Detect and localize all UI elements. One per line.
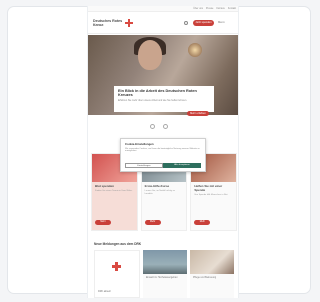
news-section-title: Neue Meldungen aus dem DRK: [94, 242, 142, 246]
carousel-pager: [150, 124, 168, 129]
topnav-link[interactable]: Karriere: [216, 7, 225, 10]
search-icon[interactable]: [184, 21, 188, 25]
news-text: Einsatz im Hochwassergebiet: [146, 276, 178, 279]
teaser-button[interactable]: Mehr: [144, 220, 161, 225]
logo-subtitle: Mein DRK: [93, 24, 104, 27]
news-text: Pflege und Betreuung: [193, 276, 217, 279]
news-image: [190, 250, 234, 274]
teaser-title: Erste-Hilfe-Kurse: [144, 184, 170, 188]
hero-photo-lamp: [188, 43, 202, 57]
cookie-settings-button[interactable]: Einstellungen: [125, 163, 163, 168]
news-text: DRK aktuell: [98, 290, 111, 293]
red-cross-icon: [112, 262, 121, 271]
hero-teaser: Ein Blick in die Arbeit des Deutschen Ro…: [114, 86, 214, 116]
teaser-title: Blut spenden: [95, 184, 115, 188]
hero-text: Erfahren Sie mehr über unsere Arbeit und…: [118, 99, 187, 103]
topnav-link[interactable]: Presse: [206, 7, 213, 10]
webpage-thumbnail: Über uns Presse Karriere Kontakt Deutsch…: [87, 6, 239, 298]
menu-button[interactable]: Menü: [218, 21, 225, 24]
teaser-title: Helfen Sie mit einer Spende: [194, 184, 223, 192]
site-header: Deutsches Rotes Kreuz Mein DRK Jetzt spe…: [88, 12, 238, 34]
cookie-text: Wir verwenden Cookies, um Ihnen die best…: [125, 147, 200, 153]
teaser-text: Ihre Spende hilft Menschen in Not.: [194, 193, 228, 196]
news-card[interactable]: DRK aktuell: [94, 250, 140, 298]
teaser-button[interactable]: Mehr: [194, 220, 211, 225]
hero-banner: Ein Blick in die Arbeit des Deutschen Ro…: [88, 35, 238, 116]
cookie-title: Cookie-Einstellungen: [125, 142, 154, 146]
news-image: [143, 250, 187, 274]
cookie-buttons: Einstellungen Alle akzeptieren: [125, 163, 201, 168]
carousel-next-icon[interactable]: [163, 124, 168, 129]
teaser-button[interactable]: Mehr: [95, 220, 111, 225]
hero-photo-face: [138, 40, 162, 70]
news-list: DRK aktuell Einsatz im Hochwassergebiet …: [94, 250, 234, 298]
donate-button[interactable]: Jetzt spenden: [193, 20, 214, 26]
topnav-link[interactable]: Über uns: [193, 7, 203, 10]
teaser-text: Lernen Sie, im Notfall richtig zu handel…: [144, 190, 175, 195]
top-nav: Über uns Presse Karriere Kontakt: [193, 7, 236, 10]
red-cross-logo-icon[interactable]: [125, 19, 133, 27]
news-card[interactable]: Einsatz im Hochwassergebiet: [143, 250, 187, 298]
hero-button[interactable]: Mehr erfahren: [187, 110, 209, 116]
cookie-dialog: Cookie-Einstellungen Wir verwenden Cooki…: [120, 138, 206, 172]
carousel-prev-icon[interactable]: [150, 124, 155, 129]
news-card[interactable]: Pflege und Betreuung: [190, 250, 234, 298]
hero-title: Ein Blick in die Arbeit des Deutschen Ro…: [118, 89, 197, 98]
teaser-text: Finden Sie einen Termin in Ihrer Nähe.: [95, 190, 133, 193]
topnav-link[interactable]: Kontakt: [228, 7, 236, 10]
cookie-accept-button[interactable]: Alle akzeptieren: [163, 163, 201, 168]
